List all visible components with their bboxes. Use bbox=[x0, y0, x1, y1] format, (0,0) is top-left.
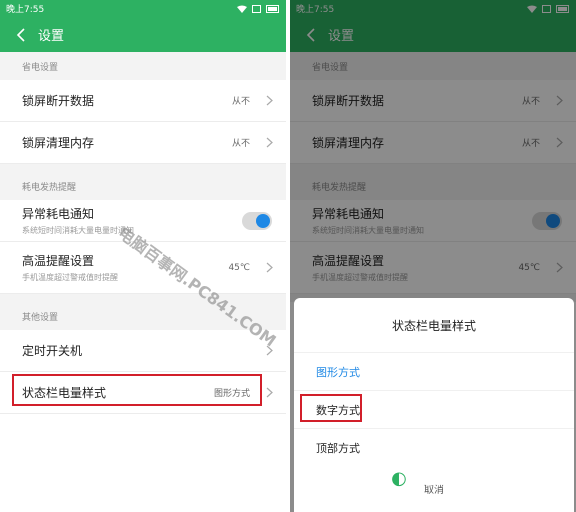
row-label: 锁屏断开数据 bbox=[22, 94, 95, 108]
status-bar: 晚上7:55 bbox=[0, 0, 286, 17]
chevron-left-icon bbox=[16, 27, 25, 42]
abnormal-drain-toggle[interactable] bbox=[242, 211, 272, 230]
row-lock-screen-data[interactable]: 锁屏断开数据 从不 bbox=[0, 80, 286, 122]
row-subtitle: 手机温度超过警戒值时提醒 bbox=[22, 273, 118, 282]
toggle-knob bbox=[256, 213, 270, 228]
row-subtitle: 系统短时间消耗大量电量时通知 bbox=[22, 226, 134, 235]
option-top[interactable]: 顶部方式 bbox=[294, 428, 574, 466]
row-label: 锁屏清理内存 bbox=[22, 136, 95, 150]
row-value: 从不 bbox=[231, 97, 250, 107]
chevron-right-icon bbox=[260, 92, 278, 110]
page-title: 设置 bbox=[38, 29, 65, 44]
section-header-other: 其他设置 bbox=[0, 302, 286, 330]
section-header-battery-saving: 省电设置 bbox=[0, 52, 286, 80]
status-time: 晚上7:55 bbox=[6, 5, 45, 15]
row-lock-screen-memory[interactable]: 锁屏清理内存 从不 bbox=[0, 122, 286, 164]
empty-area bbox=[0, 414, 286, 512]
row-high-temp[interactable]: 高温提醒设置 手机温度超过警戒值时提醒 45℃ bbox=[0, 242, 286, 294]
option-graphic[interactable]: 图形方式 bbox=[294, 352, 574, 390]
option-label: 图形方式 bbox=[316, 365, 360, 379]
row-label: 异常耗电通知 bbox=[22, 207, 95, 221]
section-header-overheat: 耗电发热提醒 bbox=[0, 172, 286, 200]
row-value: 从不 bbox=[231, 139, 250, 149]
row-value: 45℃ bbox=[228, 262, 250, 273]
section-gap bbox=[0, 294, 286, 302]
notification-icon bbox=[252, 4, 261, 13]
chevron-right-icon bbox=[260, 259, 278, 277]
settings-screen-right: 晚上7:55 设置 省电设置 锁屏断开数据 从不 锁屏清理内存 从不 耗电发热提… bbox=[290, 0, 576, 512]
highlight-battery-style-row bbox=[12, 374, 262, 406]
chevron-right-icon bbox=[260, 134, 278, 152]
row-scheduled-power[interactable]: 定时开关机 bbox=[0, 330, 286, 372]
row-label: 定时开关机 bbox=[22, 344, 83, 358]
row-label: 高温提醒设置 bbox=[22, 254, 95, 268]
section-gap bbox=[0, 164, 286, 172]
option-label: 顶部方式 bbox=[316, 441, 360, 455]
row-abnormal-drain[interactable]: 异常耗电通知 系统短时间消耗大量电量时通知 bbox=[0, 200, 286, 242]
settings-screen-left: 晚上7:55 设置 省电设置 锁屏断开数据 从不 锁屏清理内存 从不 耗电发热提… bbox=[0, 0, 286, 512]
cancel-button[interactable]: 取消 bbox=[294, 466, 574, 510]
highlight-numeric-option bbox=[300, 394, 362, 422]
back-button[interactable] bbox=[10, 24, 32, 46]
chevron-right-icon bbox=[260, 384, 278, 402]
chevron-right-icon bbox=[260, 342, 278, 360]
app-bar: 设置 bbox=[0, 17, 286, 52]
wifi-icon bbox=[237, 5, 247, 13]
dialog-title: 状态栏电量样式 bbox=[391, 318, 476, 333]
battery-icon bbox=[266, 4, 279, 13]
